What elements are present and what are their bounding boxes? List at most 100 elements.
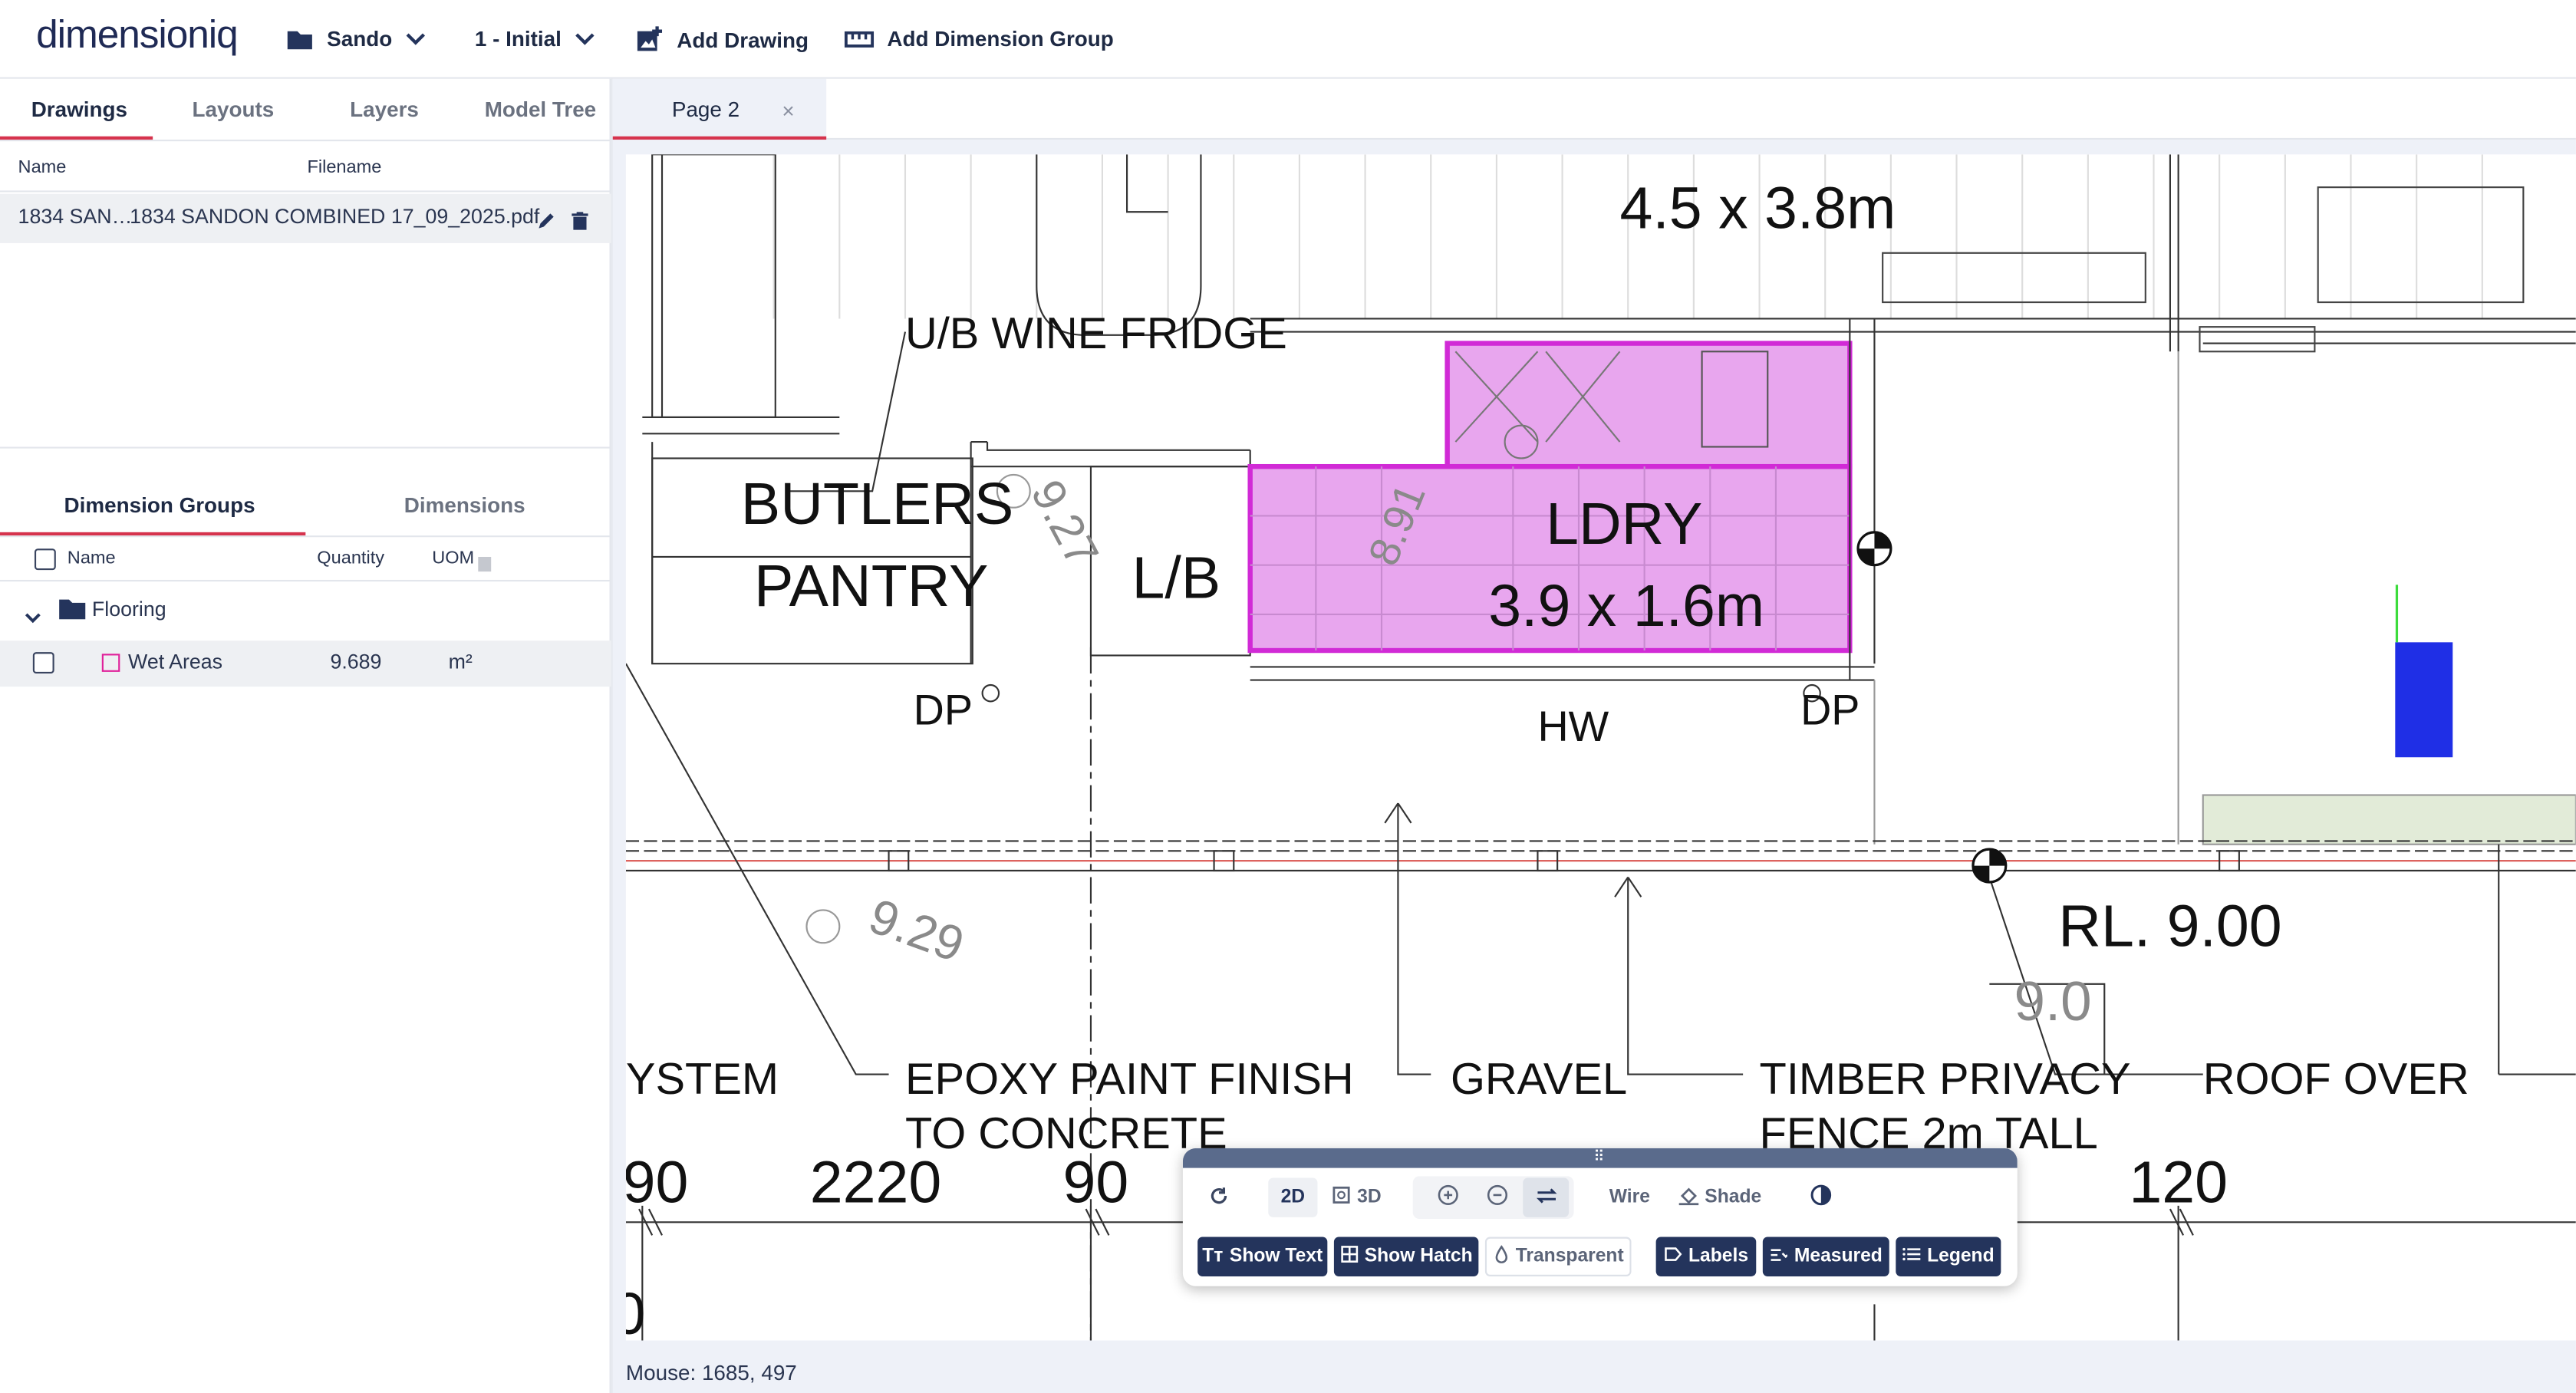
zoom-out-button[interactable] — [1478, 1177, 1514, 1217]
paint-bucket-icon — [1678, 1185, 1698, 1210]
dim-90-left: 90 — [626, 1150, 688, 1216]
mode-3d-button[interactable]: 3D — [1324, 1177, 1390, 1217]
swap-button[interactable] — [1523, 1177, 1570, 1217]
mouse-status: Mouse: 1685, 497 — [625, 1360, 797, 1385]
divider — [0, 446, 611, 449]
color-swatch[interactable] — [101, 654, 120, 672]
left-panel: Drawings Layouts Layers Model Tree Name … — [0, 78, 611, 1393]
wire-button[interactable]: Wire — [1597, 1177, 1663, 1217]
mode-3d-label: 3D — [1357, 1187, 1382, 1208]
edit-icon[interactable] — [537, 209, 555, 239]
label-pantry: PANTRY — [754, 553, 989, 619]
label-timber-1: TIMBER PRIVACY — [1760, 1055, 2131, 1104]
project-name: Sando — [327, 26, 393, 51]
label-butlers: BUTLERS — [741, 471, 1014, 537]
ruler-icon — [844, 30, 875, 47]
page-tab-bar — [612, 78, 2576, 140]
divider — [0, 190, 611, 193]
close-icon[interactable]: × — [782, 98, 794, 123]
zoom-in-button[interactable] — [1429, 1177, 1465, 1217]
transparent-button[interactable]: Transparent — [1484, 1237, 1632, 1276]
label-roof: ROOF OVER — [2203, 1055, 2469, 1104]
table-row[interactable]: Wet Areas 9.689 m² — [0, 641, 611, 687]
add-dimension-group-label: Add Dimension Group — [887, 26, 1114, 51]
show-text-label: Show Text — [1229, 1246, 1323, 1267]
dim-2220: 2220 — [810, 1150, 941, 1216]
app-root: dimensioniq Sando 1 - Initial Add Drawin… — [0, 0, 2576, 1393]
drawing-filename: 1834 SANDON COMBINED 17_09_2025.pdf — [130, 205, 540, 229]
active-tab-indicator — [0, 136, 153, 140]
label-ldry-size: 3.9 x 1.6m — [1488, 573, 1764, 639]
show-text-button[interactable]: Tт Show Text — [1197, 1237, 1328, 1276]
label-hw: HW — [1537, 703, 1609, 750]
tab-dimension-groups[interactable]: Dimension Groups — [64, 492, 255, 517]
drag-handle[interactable]: ⠿ — [1182, 1148, 2018, 1168]
transparent-label: Transparent — [1515, 1246, 1624, 1267]
measured-label: Measured — [1794, 1246, 1883, 1267]
tab-layers[interactable]: Layers — [350, 97, 419, 121]
group-item-uom: m² — [448, 650, 473, 674]
legend-button[interactable]: Legend — [1896, 1237, 2001, 1276]
droplet-icon — [1493, 1245, 1509, 1268]
add-drawing-button[interactable]: Add Drawing — [636, 26, 809, 52]
view-toolbar: ⠿ 2D 3D Wire Shade Tт Show Text Show Hatc… — [1182, 1148, 2018, 1286]
drawing-name: 1834 SAN… — [18, 205, 133, 229]
folder-icon — [286, 27, 314, 50]
cube-icon — [1332, 1186, 1351, 1209]
label-room1: 4.5 x 3.8m — [1620, 176, 1896, 242]
grid-icon — [1340, 1245, 1359, 1268]
plus-circle-icon — [1437, 1184, 1458, 1210]
group-item-quantity: 9.689 — [330, 650, 382, 674]
label-system: YSTEM — [626, 1055, 779, 1104]
revision-selector[interactable]: 1 - Initial — [475, 26, 595, 51]
label-wine-fridge: U/B WINE FRIDGE — [905, 309, 1287, 358]
contrast-icon — [1810, 1184, 1831, 1210]
text-icon: Tт — [1202, 1246, 1224, 1267]
col-name: Name — [18, 157, 67, 178]
mode-2d-label: 2D — [1280, 1187, 1306, 1208]
add-dimension-group-button[interactable]: Add Dimension Group — [844, 26, 1114, 51]
project-selector[interactable]: Sando — [286, 26, 425, 51]
folder-icon — [59, 598, 86, 628]
chevron-down-icon — [405, 32, 425, 45]
measured-button[interactable]: Measured — [1762, 1237, 1889, 1276]
minus-circle-icon — [1486, 1184, 1507, 1210]
shade-label: Shade — [1705, 1187, 1762, 1208]
tab-layouts[interactable]: Layouts — [193, 97, 275, 121]
contrast-button[interactable] — [1800, 1177, 1840, 1217]
level-929: 9.29 — [862, 888, 971, 973]
tab-dimensions[interactable]: Dimensions — [404, 492, 525, 517]
label-lb: L/B — [1132, 545, 1220, 611]
group-folder-row[interactable]: Flooring — [0, 588, 611, 634]
add-drawing-label: Add Drawing — [677, 27, 809, 52]
folder-name: Flooring — [91, 598, 166, 621]
labels-button[interactable]: Labels — [1655, 1237, 1757, 1276]
list-icon — [1902, 1246, 1921, 1266]
show-hatch-button[interactable]: Show Hatch — [1333, 1237, 1479, 1276]
tab-page-2[interactable]: Page 2 × — [612, 78, 827, 140]
level-927: 9.27 — [1021, 472, 1108, 575]
dim-90-mid: 90 — [1063, 1150, 1129, 1216]
label-ldry: LDRY — [1546, 491, 1702, 557]
tab-model-tree[interactable]: Model Tree — [485, 97, 596, 121]
label-gravel: GRAVEL — [1451, 1055, 1627, 1104]
rotate-icon — [1209, 1185, 1229, 1210]
dim-120: 120 — [2129, 1150, 2228, 1216]
col-quantity: Quantity — [317, 548, 385, 568]
chevron-down-icon[interactable] — [25, 603, 41, 633]
label-dp-right: DP — [1800, 686, 1860, 733]
mode-2d-button[interactable]: 2D — [1268, 1177, 1318, 1217]
trash-icon[interactable] — [572, 209, 588, 239]
tab-drawings[interactable]: Drawings — [31, 97, 127, 121]
row-checkbox[interactable] — [32, 652, 54, 674]
label-rl: RL. 9.00 — [2058, 894, 2281, 960]
top-bar: dimensioniq Sando 1 - Initial Add Drawin… — [0, 0, 2576, 79]
reset-view-button[interactable] — [1199, 1177, 1238, 1217]
divider — [0, 535, 611, 538]
label-dp-left: DP — [914, 686, 973, 733]
measure-icon — [1770, 1246, 1789, 1266]
shade-button[interactable]: Shade — [1669, 1177, 1771, 1217]
trash-icon[interactable] — [478, 550, 492, 580]
labels-label: Labels — [1688, 1246, 1749, 1267]
select-all-checkbox[interactable] — [34, 548, 56, 571]
